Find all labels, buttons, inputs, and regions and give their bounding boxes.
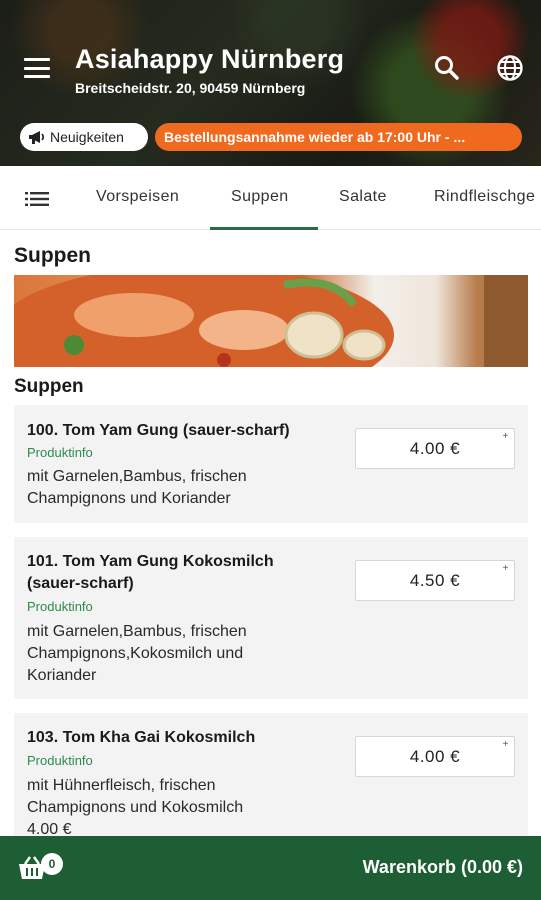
cart-bar[interactable]: Warenkorb (0.00 €) bbox=[0, 836, 541, 900]
tab-suppen[interactable]: Suppen bbox=[231, 188, 289, 206]
list-icon[interactable] bbox=[25, 191, 49, 212]
plus-icon: + bbox=[502, 739, 509, 750]
news-button[interactable]: Neuigkeiten bbox=[20, 123, 148, 151]
news-label: Neuigkeiten bbox=[50, 129, 124, 145]
product-info-link[interactable]: Produktinfo bbox=[27, 599, 93, 614]
restaurant-address: Breitscheidstr. 20, 90459 Nürnberg bbox=[75, 80, 306, 96]
product-card[interactable]: 100. Tom Yam Gung (sauer-scharf) Produkt… bbox=[14, 405, 528, 523]
product-card[interactable]: 103. Tom Kha Gai Kokosmilch Produktinfo … bbox=[14, 713, 528, 838]
header: Asiahappy Nürnberg Breitscheidstr. 20, 9… bbox=[0, 0, 541, 166]
category-title: Suppen bbox=[14, 244, 91, 267]
restaurant-title: Asiahappy Nürnberg bbox=[75, 44, 345, 74]
product-price: 4.50 € bbox=[409, 570, 461, 590]
product-price: 4.00 € bbox=[409, 746, 461, 766]
product-description: mit Garnelen,Bambus, frischen Champignon… bbox=[27, 623, 247, 684]
tab-salate[interactable]: Salate bbox=[339, 188, 387, 206]
menu-icon[interactable] bbox=[24, 58, 50, 78]
globe-icon[interactable] bbox=[495, 53, 525, 83]
add-to-cart-button[interactable]: 4.50 € + bbox=[355, 560, 515, 601]
cart-count-badge: 0 bbox=[41, 853, 63, 875]
product-description: mit Hühnerfleisch, frischen Champignons … bbox=[27, 777, 244, 816]
product-card[interactable]: 101. Tom Yam Gung Kokosmilch (sauer-scha… bbox=[14, 537, 528, 699]
category-banner-image bbox=[14, 275, 528, 367]
product-description: mit Garnelen,Bambus, frischen Champignon… bbox=[27, 468, 247, 507]
megaphone-icon bbox=[29, 131, 45, 144]
plus-icon: + bbox=[502, 563, 509, 574]
tab-rindfleisch[interactable]: Rindfleischge bbox=[434, 188, 535, 206]
product-name: 103. Tom Kha Gai Kokosmilch bbox=[27, 729, 256, 746]
add-to-cart-button[interactable]: 4.00 € + bbox=[355, 736, 515, 777]
search-icon[interactable] bbox=[432, 53, 462, 83]
product-price: 4.00 € bbox=[409, 438, 461, 458]
category-tabs: Vorspeisen Suppen Salate Rindfleischge bbox=[0, 166, 541, 230]
category-subtitle: Suppen bbox=[14, 376, 84, 397]
active-tab-indicator bbox=[210, 227, 318, 230]
product-name: 101. Tom Yam Gung Kokosmilch (sauer-scha… bbox=[27, 553, 274, 592]
add-to-cart-button[interactable]: 4.00 € + bbox=[355, 428, 515, 469]
product-name: 100. Tom Yam Gung (sauer-scharf) bbox=[27, 422, 290, 439]
product-info-link[interactable]: Produktinfo bbox=[27, 753, 93, 768]
product-info-link[interactable]: Produktinfo bbox=[27, 445, 93, 460]
cart-total[interactable]: Warenkorb (0.00 €) bbox=[363, 857, 523, 878]
plus-icon: + bbox=[502, 431, 509, 442]
tab-vorspeisen[interactable]: Vorspeisen bbox=[96, 188, 179, 206]
notice-banner[interactable]: Bestellungsannahme wieder ab 17:00 Uhr -… bbox=[155, 123, 522, 151]
